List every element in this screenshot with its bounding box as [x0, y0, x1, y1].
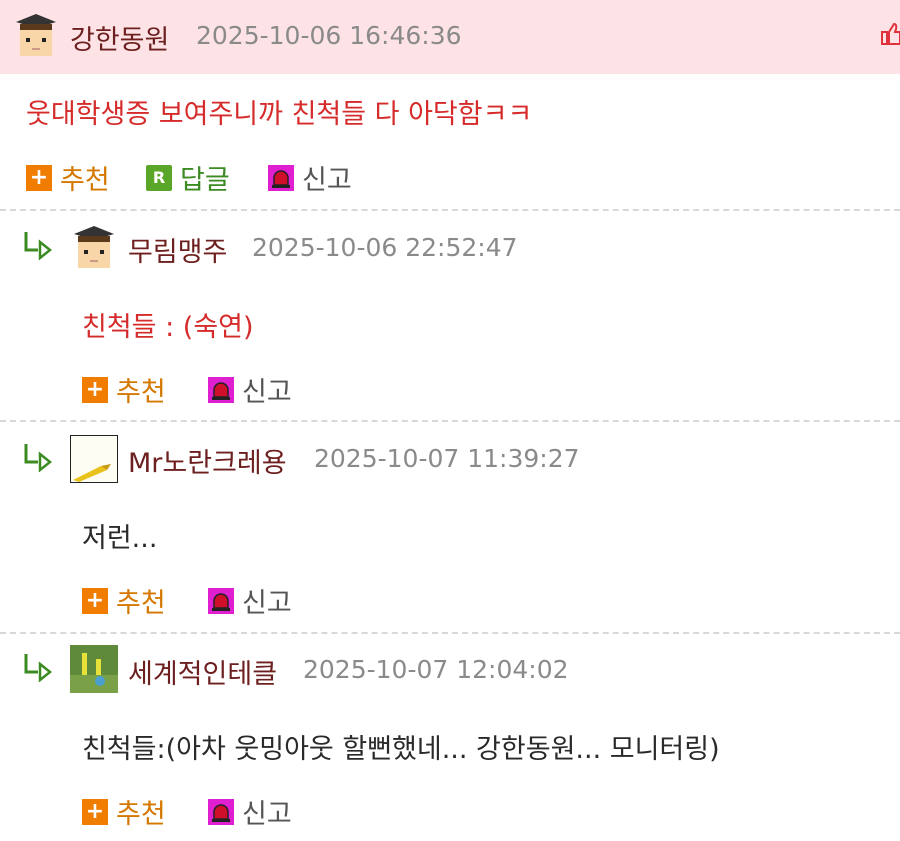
- recommend-button[interactable]: + 추천: [82, 370, 166, 409]
- author-name[interactable]: Mr노란크레용: [128, 441, 287, 480]
- plus-icon: +: [82, 587, 108, 614]
- reply-arrow-icon: [22, 230, 56, 261]
- thumbs-up-icon[interactable]: [880, 20, 900, 48]
- reply-r-icon: R: [146, 164, 172, 191]
- crayon-avatar-icon[interactable]: [70, 435, 118, 483]
- reply-arrow-icon: [22, 442, 56, 473]
- siren-icon: [208, 798, 234, 825]
- author-name[interactable]: 강한동원: [70, 18, 169, 57]
- comment-divider: [0, 209, 900, 211]
- comment-text: 친척들:(아차 웃밍아웃 할뻔했네... 강한동원... 모니터링): [82, 734, 720, 765]
- report-button[interactable]: 신고: [208, 792, 292, 831]
- comment-date: 2025-10-07 11:39:27: [314, 444, 580, 473]
- author-name[interactable]: 세계적인테클: [128, 652, 277, 691]
- comment-date: 2025-10-06 16:46:36: [196, 21, 462, 50]
- reply-arrow-icon: [22, 652, 56, 683]
- comment-divider: [0, 420, 900, 422]
- student-avatar-icon[interactable]: [70, 224, 118, 272]
- siren-icon: [208, 376, 234, 403]
- report-button[interactable]: 신고: [268, 158, 352, 197]
- comment-date: 2025-10-06 22:52:47: [252, 233, 518, 262]
- student-avatar-icon[interactable]: [12, 12, 60, 60]
- plus-icon: +: [82, 376, 108, 403]
- recommend-button[interactable]: + 추천: [26, 158, 110, 197]
- report-button[interactable]: 신고: [208, 370, 292, 409]
- report-button[interactable]: 신고: [208, 581, 292, 620]
- recommend-button[interactable]: + 추천: [82, 792, 166, 831]
- comment-divider: [0, 632, 900, 634]
- comment-date: 2025-10-07 12:04:02: [303, 655, 569, 684]
- comment-text: 웃대학생증 보여주니까 친척들 다 아닥함ㅋㅋ: [26, 99, 533, 130]
- author-name[interactable]: 무림맹주: [128, 230, 227, 269]
- recommend-button[interactable]: + 추천: [82, 581, 166, 620]
- comment-text: 저런...: [82, 523, 158, 554]
- reply-button[interactable]: R 답글: [146, 158, 230, 197]
- photo-avatar-icon[interactable]: [70, 645, 118, 693]
- siren-icon: [268, 164, 294, 191]
- plus-icon: +: [26, 164, 52, 191]
- plus-icon: +: [82, 798, 108, 825]
- comment-text: 친척들 : (숙연): [82, 312, 254, 343]
- siren-icon: [208, 587, 234, 614]
